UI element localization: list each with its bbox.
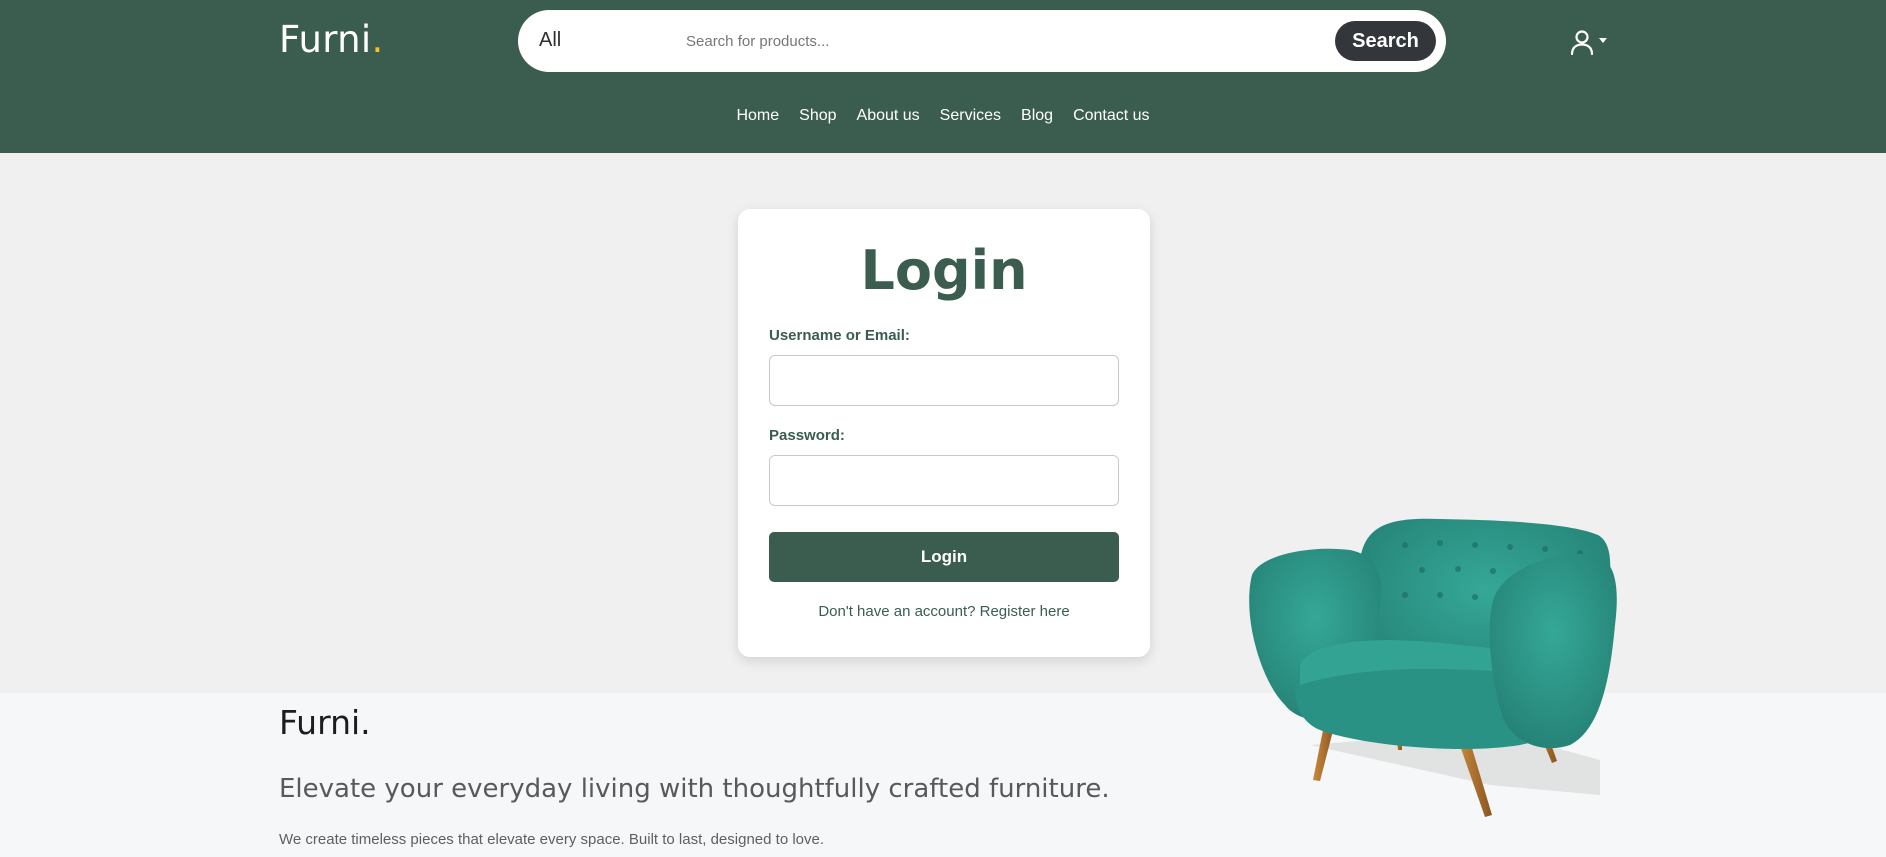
register-prompt: Don't have an account? Register here	[738, 603, 1150, 620]
footer-subtext: We create timeless pieces that elevate e…	[279, 831, 825, 848]
password-field[interactable]	[769, 455, 1119, 506]
footer-logo: Furni.	[279, 703, 371, 742]
search-category-select[interactable]: All	[539, 29, 561, 52]
brand-logo-text: Furni	[279, 18, 372, 61]
search-input[interactable]	[686, 24, 1326, 58]
chevron-down-icon	[1599, 38, 1607, 43]
register-link[interactable]: Don't have an account? Register here	[818, 603, 1069, 620]
nav-item-about[interactable]: About us	[857, 107, 920, 125]
username-field[interactable]	[769, 355, 1119, 406]
nav-item-blog[interactable]: Blog	[1021, 107, 1053, 125]
login-title: Login	[860, 239, 1028, 302]
search-button[interactable]: Search	[1335, 21, 1436, 61]
password-label: Password:	[769, 427, 845, 444]
login-card: Login Username or Email: Password: Login…	[738, 209, 1150, 657]
nav-item-home[interactable]: Home	[736, 107, 779, 125]
main-nav: Home Shop About us Services Blog Contact…	[0, 107, 1886, 125]
footer-tagline: Elevate your everyday living with though…	[279, 774, 1110, 804]
user-menu-button[interactable]	[1565, 25, 1611, 59]
nav-item-services[interactable]: Services	[940, 107, 1001, 125]
site-header: Furni. All Search Home Shop About us Ser…	[0, 0, 1886, 153]
brand-logo-dot: .	[371, 18, 384, 61]
username-label: Username or Email:	[769, 327, 910, 344]
armchair-image	[1249, 518, 1617, 817]
search-bar: All Search	[518, 10, 1446, 72]
brand-logo[interactable]: Furni.	[279, 18, 384, 61]
login-button[interactable]: Login	[769, 532, 1119, 582]
nav-item-contact[interactable]: Contact us	[1073, 107, 1149, 125]
nav-item-shop[interactable]: Shop	[799, 107, 836, 125]
user-icon	[1570, 30, 1594, 55]
